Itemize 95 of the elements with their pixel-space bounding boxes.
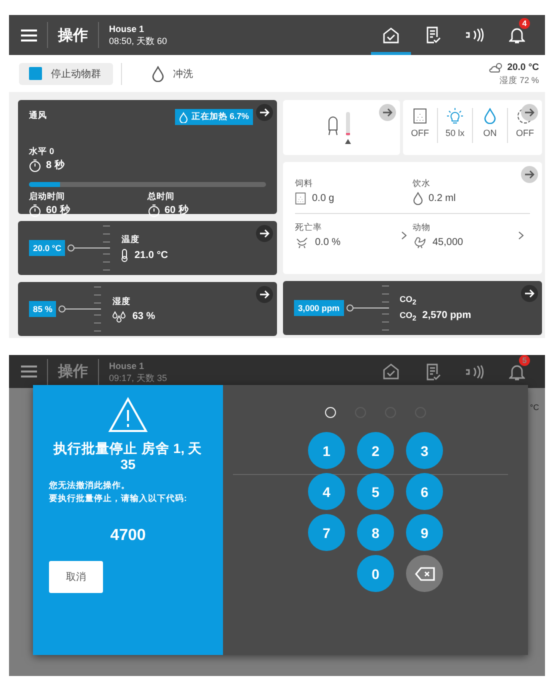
feed-label: 饲料	[295, 178, 314, 190]
arrow-right-icon[interactable]	[521, 285, 538, 302]
keypad-key[interactable]: 2	[357, 432, 394, 469]
document-check-icon	[426, 362, 440, 380]
notification-badge: 5	[519, 355, 530, 366]
dialog-message: 您无法撤消此操作。	[49, 479, 131, 492]
status-text: OFF	[411, 128, 429, 138]
stop-square-icon	[29, 67, 42, 80]
bell-nav-tab[interactable]: 4	[497, 15, 537, 55]
outdoor-temperature: 20.0 °C	[507, 62, 539, 74]
chevron-right-icon[interactable]	[400, 231, 406, 240]
feed-value: 0.0 g	[312, 193, 334, 204]
mortality-label: 死亡率	[295, 222, 323, 234]
notification-badge: 4	[519, 18, 530, 29]
confirmation-code: 4700	[110, 527, 146, 545]
chevron-right-icon[interactable]	[518, 231, 524, 240]
document-check-icon	[426, 26, 440, 44]
chicken-icon	[412, 236, 426, 249]
stop-button[interactable]: 停止动物群	[19, 62, 113, 84]
animals-label: 动物	[412, 222, 432, 234]
signal-waves-icon	[465, 364, 485, 378]
status-text: 50 lx	[445, 128, 464, 138]
feeder-icon	[295, 192, 306, 205]
house-name: House 1	[109, 360, 146, 372]
keypad-key[interactable]: 1	[308, 432, 345, 469]
sensor-value: 21.0 °C	[134, 250, 168, 261]
sensor-value: 63 %	[132, 311, 156, 322]
house-check-icon	[382, 26, 400, 44]
house-time: 09:17, 天数 35	[109, 372, 168, 384]
status-text: ON	[483, 128, 497, 138]
level-time: 8 秒	[46, 158, 64, 172]
house-check-icon	[382, 363, 400, 380]
stopwatch-icon	[29, 158, 41, 172]
sensor-label: 温度	[121, 234, 140, 246]
bell-icon	[509, 362, 525, 380]
stopwatch-icon	[148, 204, 160, 216]
water-value: 0.2 ml	[428, 193, 456, 204]
animals-value: 45,000	[432, 237, 464, 248]
warning-icon	[108, 397, 148, 433]
sensor-value: 2,570 ppm	[422, 310, 472, 322]
keypad-key[interactable]: 7	[308, 514, 345, 551]
level-label: 水平 0	[29, 146, 56, 158]
arrow-right-icon[interactable]	[521, 166, 538, 183]
house-name: House 1	[109, 23, 146, 35]
start-time-value: 60 秒	[46, 204, 70, 217]
keypad-key[interactable]: 9	[406, 514, 443, 551]
light-bulb-icon	[447, 108, 463, 124]
cancel-button[interactable]: 取消	[49, 561, 103, 593]
backspace-button[interactable]	[406, 555, 443, 592]
total-time-label: 总时间	[148, 191, 176, 203]
keypad-key[interactable]: 3	[406, 432, 443, 469]
backspace-icon	[414, 566, 434, 580]
stopwatch-icon	[29, 204, 41, 216]
thermometer-icon	[121, 249, 128, 262]
arrow-right-icon[interactable]	[256, 225, 273, 242]
keypad-key[interactable]: 0	[357, 555, 394, 592]
keypad-key[interactable]: 5	[357, 473, 394, 510]
feeder-icon	[413, 108, 427, 124]
background-unit: °C	[530, 403, 539, 412]
water-label: 饮水	[412, 178, 432, 190]
arrow-right-icon[interactable]	[521, 104, 538, 121]
total-time-value: 60 秒	[164, 204, 188, 217]
menu-icon[interactable]	[21, 365, 37, 378]
bell-icon	[509, 26, 525, 44]
water-drop-icon	[412, 192, 422, 205]
outdoor-humidity: 湿度 72 %	[499, 74, 539, 86]
page-title: 操作	[58, 26, 88, 44]
heating-badge: 正在加热 6.7%	[175, 109, 253, 125]
sensor-label: CO$_{2}$	[400, 294, 418, 306]
water-drop-icon	[484, 108, 496, 124]
flush-button[interactable]: 冲洗	[142, 62, 205, 84]
page-title: 操作	[58, 362, 88, 381]
co2-unit-label: CO$_{2}$	[400, 310, 416, 322]
water-drops-icon	[112, 310, 126, 322]
setpoint-value[interactable]: 20.0 °C	[29, 240, 66, 256]
card-title: 通风	[29, 110, 47, 120]
signal-waves-icon	[465, 28, 485, 42]
setpoint-value[interactable]: 85 %	[29, 301, 56, 317]
arrow-right-icon[interactable]	[256, 286, 273, 303]
bird-icon	[295, 236, 309, 249]
arrow-right-icon[interactable]	[379, 104, 396, 121]
dialog-message: 要执行批量停止，请输入以下代码:	[49, 492, 188, 505]
sensor-label: 湿度	[112, 296, 132, 308]
mortality-value: 0.0 %	[315, 237, 341, 248]
dialog-title: 执行批量停止 房舍 1, 天 35	[52, 441, 204, 473]
arrow-right-icon[interactable]	[256, 104, 273, 121]
partly-cloudy-icon	[489, 62, 504, 73]
keypad-key[interactable]: 6	[406, 473, 443, 510]
setpoint-value[interactable]: 3,000 ppm	[294, 300, 344, 316]
house-time: 08:50, 天数 60	[109, 35, 168, 47]
keypad-key[interactable]: 4	[308, 473, 345, 510]
status-text: OFF	[516, 128, 534, 138]
keypad-key[interactable]: 8	[357, 514, 394, 551]
water-drop-icon	[152, 66, 164, 82]
start-time-label: 启动时间	[29, 191, 66, 203]
